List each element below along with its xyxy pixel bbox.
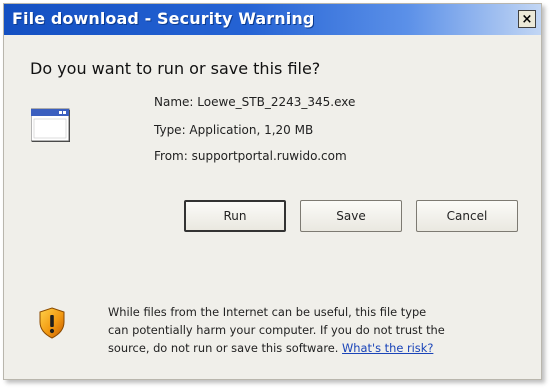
run-button[interactable]: Run (184, 200, 286, 232)
application-window-icon (31, 108, 70, 142)
save-button[interactable]: Save (300, 200, 402, 232)
whats-the-risk-link[interactable]: What's the risk? (342, 341, 433, 355)
close-button[interactable]: × (518, 10, 536, 28)
file-name: Name: Loewe_STB_2243_345.exe (154, 95, 356, 109)
security-warning-dialog: File download - Security Warning × Do yo… (3, 3, 542, 380)
title-bar[interactable]: File download - Security Warning × (4, 4, 541, 35)
file-type: Type: Application, 1,20 MB (154, 123, 314, 137)
cancel-button[interactable]: Cancel (416, 200, 518, 232)
warning-message: While files from the Internet can be use… (108, 303, 448, 357)
file-source: From: supportportal.ruwido.com (154, 149, 347, 163)
close-icon: × (521, 11, 533, 27)
dialog-title: File download - Security Warning (12, 9, 315, 28)
security-shield-warning-icon (39, 307, 65, 339)
dialog-question: Do you want to run or save this file? (30, 59, 321, 78)
